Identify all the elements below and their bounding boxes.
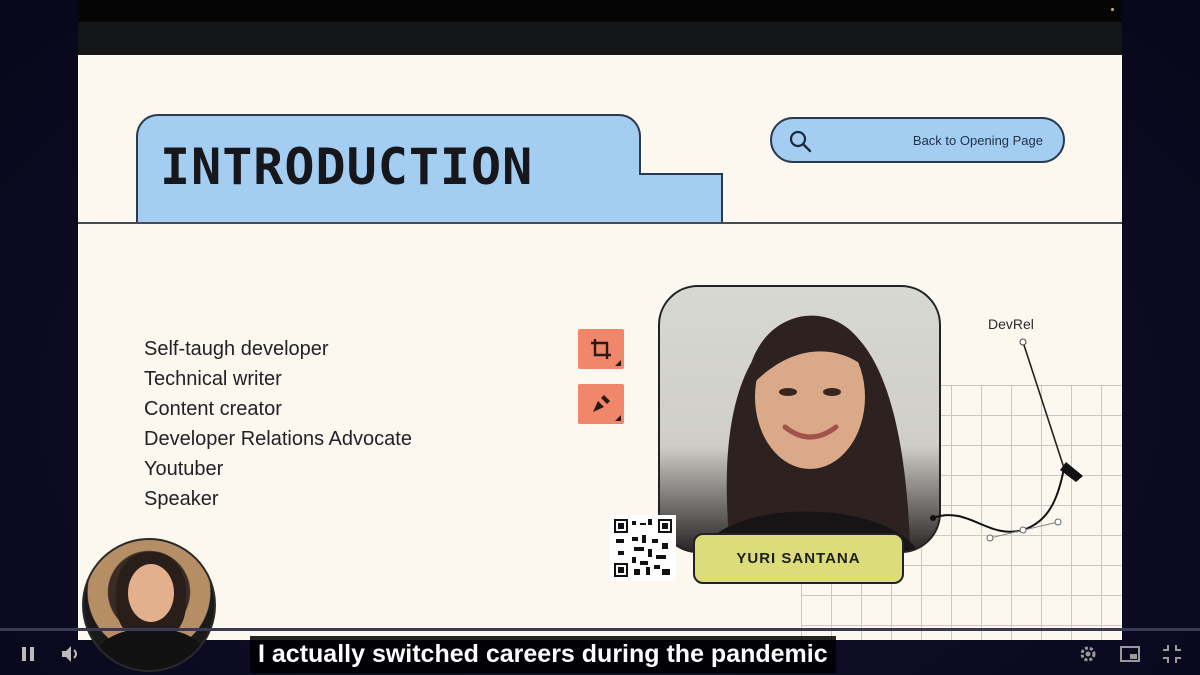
pause-icon[interactable] — [20, 646, 36, 662]
list-item: Youtuber — [144, 458, 224, 480]
video-top-strip — [78, 22, 1122, 55]
list-item: Speaker — [144, 488, 219, 510]
roles-list: Self-taugh developer Technical writer Co… — [144, 334, 412, 514]
miniplayer-icon[interactable] — [1120, 644, 1140, 664]
title-tab-extension — [639, 173, 723, 224]
presenter-webcam — [82, 538, 216, 672]
portrait-illustration — [702, 315, 918, 551]
exit-fullscreen-icon[interactable] — [1162, 644, 1182, 664]
qr-code-pattern — [614, 519, 672, 577]
search-icon — [789, 130, 812, 153]
presenter-face — [128, 564, 174, 622]
tool-corner-mark — [615, 415, 621, 421]
qr-code[interactable] — [610, 515, 676, 581]
pen-tool-button[interactable] — [578, 384, 624, 424]
profile-photo — [658, 285, 941, 553]
tool-corner-mark — [615, 360, 621, 366]
back-to-opening-button[interactable]: Back to Opening Page — [770, 117, 1065, 163]
video-progress-bar[interactable] — [0, 628, 1200, 631]
header-divider — [78, 222, 1122, 224]
subtitle-caption: I actually switched careers during the p… — [250, 636, 836, 673]
slide-title: INTRODUCTION — [160, 138, 534, 196]
slide-stage: INTRODUCTION Back to Opening Page Self-t… — [78, 0, 1122, 640]
pen-icon — [593, 395, 610, 412]
title-tab-join — [637, 175, 643, 224]
presenter-name: YURI SANTANA — [736, 550, 861, 567]
list-item: Self-taugh developer — [144, 338, 329, 360]
video-top-bar — [78, 0, 1122, 22]
presenter-shirt — [98, 628, 204, 670]
volume-icon[interactable] — [60, 644, 82, 664]
list-item: Content creator — [144, 398, 282, 420]
crop-icon — [591, 339, 611, 359]
list-item: Technical writer — [144, 368, 282, 390]
list-item: Developer Relations Advocate — [144, 428, 412, 450]
name-tag: YURI SANTANA — [693, 533, 904, 584]
back-to-opening-label: Back to Opening Page — [912, 133, 1043, 148]
crop-tool-button[interactable] — [578, 329, 624, 369]
status-dot — [1111, 8, 1114, 11]
settings-icon[interactable] — [1078, 644, 1098, 664]
pen-curve-illustration — [930, 338, 1083, 542]
